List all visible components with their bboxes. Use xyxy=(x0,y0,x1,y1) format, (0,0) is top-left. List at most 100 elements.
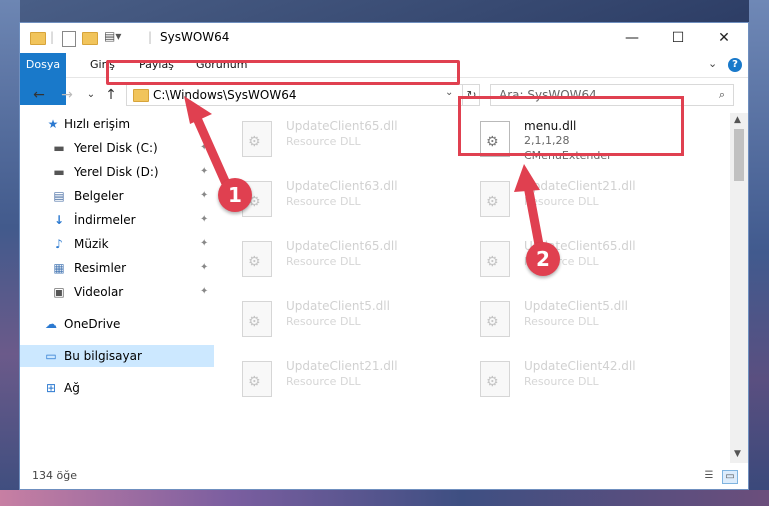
file-name: UpdateClient21.dll xyxy=(524,179,636,193)
file-type: Resource DLL xyxy=(286,195,361,208)
file-name: UpdateClient5.dll xyxy=(524,299,628,313)
scroll-down-icon[interactable]: ▼ xyxy=(734,449,741,459)
expand-ribbon-icon[interactable]: ⌄ xyxy=(708,57,717,70)
file-item[interactable]: ⚙ UpdateClient5.dll Resource DLL xyxy=(220,293,430,345)
file-name: UpdateClient65.dll xyxy=(286,119,398,133)
file-type: Resource DLL xyxy=(524,375,599,388)
sidebar-item-music[interactable]: ♪ Müzik ✦ xyxy=(20,233,214,255)
file-item[interactable]: ⚙ UpdateClient42.dll Resource DLL xyxy=(458,353,668,405)
title-divider: | xyxy=(148,30,153,44)
close-button[interactable]: ✕ xyxy=(710,27,738,49)
maximize-button[interactable]: ☐ xyxy=(664,27,692,49)
sidebar-item-downloads[interactable]: ↓ İndirmeler ✦ xyxy=(20,209,214,231)
file-name: UpdateClient42.dll xyxy=(524,359,636,373)
cloud-icon: ☁ xyxy=(45,317,57,331)
drive-icon: ▬ xyxy=(53,141,65,155)
pin-icon: ✦ xyxy=(200,214,209,225)
sidebar-item-label: Müzik xyxy=(74,237,109,251)
up-button[interactable]: ↑ xyxy=(102,86,120,104)
file-name: UpdateClient5.dll xyxy=(286,299,390,313)
pictures-icon: ▦ xyxy=(53,261,65,275)
sidebar-item-this-pc[interactable]: ▭ Bu bilgisayar xyxy=(20,345,214,367)
dll-file-icon: ⚙ xyxy=(480,241,510,277)
large-icons-view-icon[interactable]: ▭ xyxy=(722,470,738,484)
dll-file-icon: ⚙ xyxy=(242,121,272,157)
dll-file-icon: ⚙ xyxy=(242,241,272,277)
pin-icon: ✦ xyxy=(200,190,209,201)
file-item[interactable]: ⚙ UpdateClient5.dll Resource DLL xyxy=(458,293,668,345)
file-item[interactable]: ⚙ UpdateClient65.dll Resource DLL xyxy=(458,233,668,285)
file-type: Resource DLL xyxy=(286,375,361,388)
new-folder-icon[interactable] xyxy=(82,32,98,45)
star-icon: ★ xyxy=(47,117,59,131)
item-count: 134 öğe xyxy=(32,469,77,482)
drive-icon: ▬ xyxy=(53,165,65,179)
navigation-pane: ★ Hızlı erişim ▬ Yerel Disk (C:) ✦ ▬ Yer… xyxy=(20,113,214,463)
file-type: Resource DLL xyxy=(286,135,361,148)
sidebar-item-local-disk-d[interactable]: ▬ Yerel Disk (D:) ✦ xyxy=(20,161,214,183)
sidebar-item-pictures[interactable]: ▦ Resimler ✦ xyxy=(20,257,214,279)
desktop-background-bottom xyxy=(0,490,769,506)
details-view-icon[interactable]: ☰ xyxy=(702,470,716,482)
recent-locations-button[interactable]: ⌄ xyxy=(82,86,100,104)
videos-icon: ▣ xyxy=(53,285,65,299)
forward-button[interactable]: → xyxy=(58,86,76,104)
file-type: Resource DLL xyxy=(286,315,361,328)
dll-file-icon: ⚙ xyxy=(242,301,272,337)
computer-icon: ▭ xyxy=(45,349,57,363)
sidebar-item-network[interactable]: ⊞ Ağ xyxy=(20,377,214,399)
file-type: Resource DLL xyxy=(524,195,599,208)
desktop-background-right xyxy=(749,0,769,506)
step-badge-two: 2 xyxy=(526,242,560,276)
sidebar-item-label: Hızlı erişim xyxy=(64,117,131,131)
music-icon: ♪ xyxy=(55,237,63,251)
sidebar-item-onedrive[interactable]: ☁ OneDrive xyxy=(20,313,214,335)
dll-file-icon: ⚙ xyxy=(480,361,510,397)
file-list: ⚙ UpdateClient65.dll Resource DLL ⚙ Upda… xyxy=(220,113,728,463)
sidebar-item-label: Videolar xyxy=(74,285,124,299)
scroll-thumb[interactable] xyxy=(734,129,744,181)
explorer-window: | ▤▾ | SysWOW64 — ☐ ✕ Dosya Giriş Paylaş… xyxy=(19,22,749,490)
sidebar-item-label: Yerel Disk (D:) xyxy=(74,165,159,179)
sidebar-item-documents[interactable]: ▤ Belgeler ✦ xyxy=(20,185,214,207)
file-name: UpdateClient65.dll xyxy=(286,239,398,253)
address-dropdown-icon[interactable]: ⌄ xyxy=(445,87,453,98)
help-icon[interactable]: ? xyxy=(728,58,742,72)
address-bar[interactable]: C:\Windows\SysWOW64 ⌄ ↻ xyxy=(126,84,480,106)
pin-icon: ✦ xyxy=(200,142,209,153)
minimize-button[interactable]: — xyxy=(618,27,646,49)
file-item[interactable]: ⚙ UpdateClient21.dll Resource DLL xyxy=(458,173,668,225)
sidebar-item-label: Yerel Disk (C:) xyxy=(74,141,158,155)
file-item[interactable]: ⚙ UpdateClient21.dll Resource DLL xyxy=(220,353,430,405)
sidebar-item-label: Resimler xyxy=(74,261,127,275)
vertical-scrollbar[interactable]: ▲ ▼ xyxy=(730,113,748,463)
file-highlight xyxy=(458,96,684,156)
sidebar-item-label: Ağ xyxy=(64,381,80,395)
search-icon[interactable]: ⌕ xyxy=(719,88,725,102)
documents-icon: ▤ xyxy=(53,189,65,203)
file-name: UpdateClient21.dll xyxy=(286,359,398,373)
sidebar-item-quick-access[interactable]: ★ Hızlı erişim xyxy=(20,113,214,135)
dll-file-icon: ⚙ xyxy=(242,361,272,397)
scroll-up-icon[interactable]: ▲ xyxy=(734,115,741,125)
file-item[interactable]: ⚙ UpdateClient65.dll Resource DLL xyxy=(220,233,430,285)
status-bar: 134 öğe ☰ ▭ xyxy=(20,463,748,489)
sidebar-item-label: Belgeler xyxy=(74,189,124,203)
pin-icon: ✦ xyxy=(200,262,209,273)
back-button[interactable]: ← xyxy=(30,86,48,104)
properties-icon[interactable] xyxy=(62,31,76,47)
file-type: Resource DLL xyxy=(286,255,361,268)
folder-icon xyxy=(30,32,46,45)
customize-toolbar-icon[interactable]: ▤▾ xyxy=(104,29,121,45)
pin-icon: ✦ xyxy=(200,166,209,177)
sidebar-item-local-disk-c[interactable]: ▬ Yerel Disk (C:) ✦ xyxy=(20,137,214,159)
sidebar-item-videos[interactable]: ▣ Videolar ✦ xyxy=(20,281,214,303)
pin-icon: ✦ xyxy=(200,238,209,249)
address-folder-icon xyxy=(133,89,149,102)
step-badge-one: 1 xyxy=(218,178,252,212)
dll-file-icon: ⚙ xyxy=(480,181,510,217)
address-path[interactable]: C:\Windows\SysWOW64 xyxy=(153,88,297,102)
file-item[interactable]: ⚙ UpdateClient65.dll Resource DLL xyxy=(220,113,430,165)
window-title: SysWOW64 xyxy=(160,30,230,44)
download-icon: ↓ xyxy=(53,213,65,227)
